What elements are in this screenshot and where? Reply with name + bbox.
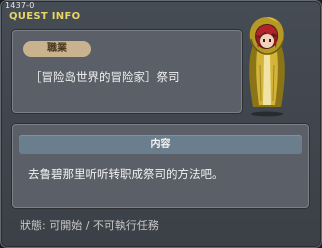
- job-panel: 職業 ［冒险岛世界的冒险家］祭司: [12, 30, 242, 113]
- job-tag: 職業: [23, 41, 91, 57]
- hooded-priest-npc-icon: [235, 15, 295, 119]
- content-text: 去鲁碧那里听听转职成祭司的方法吧。: [28, 167, 224, 181]
- quest-id: 1437-0: [5, 1, 35, 10]
- job-text: ［冒险岛世界的冒险家］祭司: [30, 70, 180, 84]
- quest-info-window: 1437-0 QUEST INFO 職業 ［冒险岛世界的冒险家］祭司 内容 去鲁…: [0, 0, 322, 248]
- quest-status: 狀態: 可開始 / 不可執行任務: [20, 219, 159, 232]
- content-header: 内容: [19, 135, 302, 154]
- window-title: QUEST INFO: [9, 11, 81, 22]
- content-panel: 内容 去鲁碧那里听听转职成祭司的方法吧。: [12, 124, 309, 208]
